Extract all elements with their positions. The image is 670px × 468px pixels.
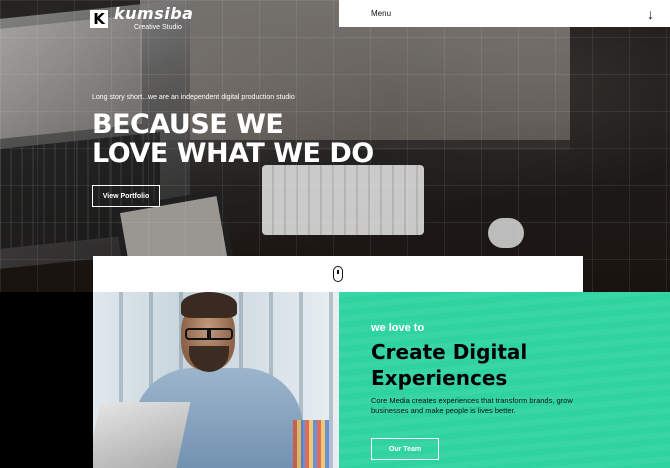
feature-photo (93, 292, 339, 468)
feature-title-line2: Experiences (371, 366, 508, 390)
logo-subtitle: Creative Studio (134, 24, 182, 31)
mouse-scroll-icon[interactable] (333, 266, 343, 282)
hero-tagline: Long story short...we are an independent… (92, 94, 295, 101)
feature-panel: we love to Create Digital Experiences Co… (339, 292, 670, 468)
logo-mark: K (90, 9, 108, 28)
feature-description: Core Media creates experiences that tran… (371, 396, 573, 415)
our-team-button[interactable]: Our Team (371, 438, 439, 460)
scroll-indicator-strip (93, 256, 583, 292)
hero-headline-line1: BECAUSE WE (92, 109, 284, 140)
hero-section: K kumsiba Creative Studio Long story sho… (0, 0, 670, 292)
feature-title-line1: Create Digital (371, 340, 528, 364)
feature-title: Create Digital Experiences (371, 339, 527, 391)
left-black-margin (0, 292, 93, 468)
arrow-down-icon[interactable]: ↓ (647, 6, 654, 22)
menu-label: Menu (371, 9, 392, 18)
logo-name: kumsiba (114, 4, 194, 23)
feature-eyebrow: we love to (371, 322, 425, 334)
logo[interactable]: K kumsiba Creative Studio (90, 6, 193, 31)
hero-headline: BECAUSE WE LOVE WHAT WE DO (92, 110, 374, 168)
view-portfolio-button[interactable]: View Portfolio (92, 185, 160, 207)
hero-headline-line2: LOVE WHAT WE DO (92, 138, 374, 169)
menu-bar[interactable]: Menu ↓ (339, 0, 670, 27)
